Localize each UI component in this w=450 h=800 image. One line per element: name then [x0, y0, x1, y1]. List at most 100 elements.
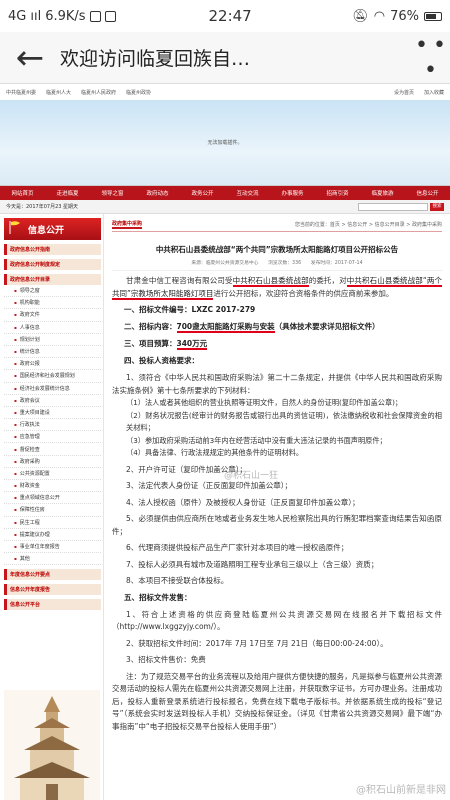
breadcrumb: 您当前的位置：首页 > 信息公开 > 信息公开目录 > 政府集中采购	[294, 222, 442, 228]
article-panel: 政府集中采购 您当前的位置：首页 > 信息公开 > 信息公开目录 > 政府集中采…	[104, 214, 450, 800]
requirement-item: 1、须符合《中华人民共和国政府采购法》第二十二条规定，并提供《中华人民共和国政府…	[112, 373, 442, 395]
sidebar-section[interactable]: 政府信息公开制度规定	[4, 259, 101, 270]
requirement-item: 7、投标人必须具有城市及道路照明工程专业承包三级以上（含三级）资质；	[126, 559, 379, 569]
sidebar-item[interactable]: 其他	[4, 553, 101, 566]
sidebar-item[interactable]: 机构职能	[4, 297, 101, 310]
status-bar: 4G ııl 6.9K/s 22:47 🔕︎ ◠ 76%	[0, 0, 450, 32]
nav-item[interactable]: 网站首页	[11, 189, 33, 197]
sidebar-item[interactable]: 公共资源配置	[4, 468, 101, 480]
battery-level: 76%	[390, 8, 419, 24]
nav-item[interactable]: 互动交流	[236, 189, 258, 197]
nav-item[interactable]: 招商引资	[326, 189, 348, 197]
top-link[interactable]: 临夏州人民政府	[81, 89, 116, 96]
article-title: 中共积石山县委统战部“两个共同”宗教场所太阳能路灯项目公开招标公告	[155, 245, 399, 254]
more-options-icon[interactable]: • • •	[410, 33, 450, 83]
nav-item[interactable]: 临夏旅游	[371, 189, 393, 197]
site-banner: 无法加载插件。	[0, 100, 450, 186]
nav-item[interactable]: 政府动态	[146, 189, 168, 197]
nav-item[interactable]: 信息公开	[416, 189, 438, 197]
wifi-icon: ◠	[373, 8, 386, 24]
top-link[interactable]: 临夏州人大	[46, 89, 71, 96]
top-links-bar: 中共临夏州委 临夏州人大 临夏州人民政府 临夏州政协 设为首页 加入收藏	[0, 84, 450, 100]
pagoda-image	[4, 690, 100, 800]
section-qualification: 四、投标人资格要求：	[124, 356, 199, 365]
note-paragraph: 注：为了规范交易平台的业务流程以及给用户提供方便快捷的服务，凡是拟参与临夏州公共…	[112, 671, 442, 731]
nav-item[interactable]: 领导之窗	[101, 189, 123, 197]
sidebar-item[interactable]: 重点领域信息公开	[4, 492, 101, 505]
sale-item: 3、招标文件售价：免费	[126, 655, 206, 664]
site-search-input[interactable]	[358, 202, 428, 211]
sidebar-item[interactable]: 政府公报	[4, 358, 101, 371]
sidebar-section[interactable]: 信息公开平台	[4, 599, 101, 611]
clock: 22:47	[208, 7, 252, 25]
requirement-item: 8、本项目不接受联合体投标。	[126, 576, 229, 585]
section-document-sale: 五、招标文件发售：	[124, 592, 192, 602]
sidebar-item[interactable]: 督促检查	[4, 443, 101, 456]
sidebar-item[interactable]: 保障性住房	[4, 504, 101, 517]
main-nav: 网站首页 走进临夏 领导之窗 政府动态 政务公开 互动交流 办事服务 招商引资 …	[0, 186, 450, 200]
requirement-item: 6、代理商须提供投标产品生产厂家针对本项目的唯一授权函原件；	[126, 543, 349, 552]
sidebar-section[interactable]: 政府信息公开指南	[4, 244, 101, 255]
sidebar: 信息公开 政府信息公开指南 政府信息公开制度规定 政府信息公开目录 领导之窗机构…	[0, 214, 104, 800]
site-search-button[interactable]: 搜索	[430, 202, 444, 211]
article-meta: 来源：临夏州公共资源交易中心 浏览次数：336 发布时间：2017-07-14	[112, 259, 442, 271]
page-title: 欢迎访问临夏回族自…	[60, 48, 251, 70]
plugin-message: 无法加载插件。	[207, 140, 243, 146]
watermark: @积石山前新是非网	[356, 785, 446, 796]
watermark: @积石山一狂	[224, 471, 279, 481]
sidebar-item[interactable]: 政府采购	[4, 456, 101, 468]
sidebar-item[interactable]: 事业单位年度报告	[4, 541, 101, 554]
requirement-item: 4、法人授权函（原件）及被授权人身份证（正反面复印件加盖公章）；	[126, 497, 360, 507]
sidebar-item[interactable]: 财政资金	[4, 480, 101, 493]
sidebar-item[interactable]: 领导之窗	[4, 285, 101, 298]
sidebar-item[interactable]: 行政执法	[4, 419, 101, 432]
network-type: 4G	[8, 8, 27, 24]
requirement-item: 3、法定代表人身份证（正反面复印件加盖公章）；	[126, 481, 293, 490]
highlight-content: 700盏太阳能路灯采购与安装	[176, 322, 275, 333]
sidebar-item[interactable]: 提案建议办理	[4, 529, 101, 541]
nav-item[interactable]: 办事服务	[281, 189, 303, 197]
section-tender-number: 一、招标文件编号：LXZC 2017-279	[124, 305, 256, 314]
data-speed: 6.9K/s	[45, 8, 86, 24]
date-text: 今天是：2017年07月23 星期天	[6, 204, 79, 210]
breadcrumb-row: 政府集中采购 您当前的位置：首页 > 信息公开 > 信息公开目录 > 政府集中采…	[112, 218, 442, 232]
mute-icon: 🔕︎	[352, 8, 369, 24]
nav-item[interactable]: 政务公开	[191, 189, 213, 197]
set-homepage-link[interactable]: 设为首页	[394, 89, 414, 96]
sidebar-section[interactable]: 政府信息公开目录	[4, 274, 101, 285]
intro-paragraph: 甘肃金中信工程咨询有限公司受中共积石山县委统战部的委托，对中共积石山县委统战部“…	[112, 276, 442, 300]
back-arrow-icon[interactable]: ←	[0, 38, 60, 78]
sidebar-item[interactable]: 经济社会发展统计信息	[4, 383, 101, 395]
requirement-subitem: （1）法人或者其他组织的营业执照等证明文件，自然人的身份证明(复印件加盖公章)；	[126, 398, 403, 407]
sidebar-item[interactable]: 政府会议	[4, 395, 101, 407]
sidebar-item[interactable]: 统计信息	[4, 346, 101, 359]
sidebar-section[interactable]: 年度信息公开要点	[4, 569, 101, 581]
add-favorite-link[interactable]: 加入收藏	[424, 89, 444, 96]
sidebar-item[interactable]: 人事信息	[4, 322, 101, 334]
sidebar-item[interactable]: 应急管理	[4, 431, 101, 444]
app-bar: ← 欢迎访问临夏回族自… • • •	[0, 32, 450, 84]
top-link[interactable]: 中共临夏州委	[6, 89, 36, 96]
tab-government-procurement[interactable]: 政府集中采购	[112, 220, 143, 229]
signal-icon: ııl	[30, 8, 42, 24]
section-budget: 三、项目预算：340万元	[124, 339, 208, 350]
battery-icon	[424, 11, 442, 21]
notification-icon	[89, 10, 101, 22]
sidebar-item[interactable]: 规划计划	[4, 334, 101, 346]
flag-icon	[8, 220, 22, 234]
nav-item[interactable]: 走进临夏	[56, 189, 78, 197]
highlight-client: 中共积石山县委统战部	[232, 276, 309, 287]
sidebar-section[interactable]: 信息公开年度报告	[4, 584, 101, 596]
requirement-item: 5、必须提供由供应商所在地或者业务发生地人民检察院出具的行贿犯罪档案查询结果告知…	[112, 514, 442, 536]
sidebar-item[interactable]: 民生工程	[4, 517, 101, 529]
sidebar-item[interactable]: 国民经济和社会发展规划	[4, 370, 101, 383]
requirement-subitem: （2）财务状况报告(经审计的财务报告或银行出具的资信证明)，依法缴纳税收和社会保…	[126, 410, 442, 433]
sidebar-item[interactable]: 重大项目建设	[4, 407, 101, 420]
date-search-bar: 今天是：2017年07月23 星期天 搜索	[0, 200, 450, 214]
sidebar-title: 信息公开	[4, 218, 101, 240]
sale-item: 1、符合上述资格的供应商登陆临夏州公共资源交易网在线报名并下载招标文件（http…	[112, 609, 442, 632]
requirement-subitem: （4）具备法律、行政法规规定的其他条件的证明材料。	[126, 448, 304, 457]
top-link[interactable]: 临夏州政协	[126, 89, 151, 96]
requirement-subitem: （3）参加政府采购活动前3年内在经营活动中没有重大违法记录的书面声明原件；	[126, 435, 387, 445]
sidebar-item[interactable]: 政府文件	[4, 309, 101, 322]
